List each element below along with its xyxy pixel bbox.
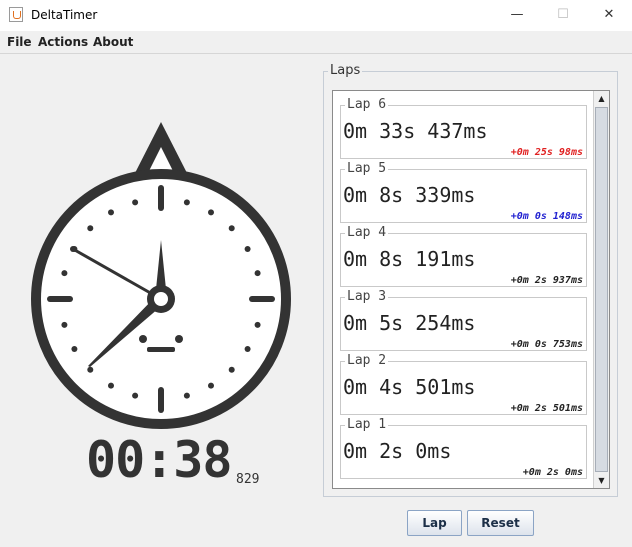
face-mouth: [147, 347, 175, 352]
lap-card: Lap 6 0m 33s 437ms +0m 25s 98ms: [340, 97, 587, 159]
lap-delta: +0m 2s 501ms: [510, 403, 583, 414]
dial-minor-dot: [132, 392, 139, 399]
lap-card: Lap 4 0m 8s 191ms +0m 2s 937ms: [340, 225, 587, 287]
lap-time: 0m 8s 191ms: [343, 247, 476, 271]
lap-time: 0m 5s 254ms: [343, 311, 476, 335]
dial-minor-dot: [132, 199, 139, 206]
dial-minor-dot: [228, 225, 235, 232]
maximize-button[interactable]: ☐: [540, 0, 586, 31]
lap-delta: +0m 0s 753ms: [510, 339, 583, 350]
lap-title: Lap 2: [345, 353, 389, 369]
dial-minor-dot: [208, 382, 214, 389]
lap-title: Lap 4: [345, 225, 389, 241]
lap-delta: +0m 2s 937ms: [510, 275, 583, 286]
dial-minor-dot: [183, 392, 190, 399]
lap-title: Lap 5: [345, 161, 389, 177]
dial-minor-dot: [87, 366, 94, 373]
face-eye-left: [139, 335, 147, 343]
lap-card: Lap 2 0m 4s 501ms +0m 2s 501ms: [340, 353, 587, 415]
lap-time: 0m 8s 339ms: [343, 183, 476, 207]
dial-minor-dot: [87, 225, 94, 232]
dial-minor-dot: [244, 246, 251, 252]
analog-stopwatch: [31, 122, 291, 429]
lap-card: Lap 5 0m 8s 339ms +0m 0s 148ms: [340, 161, 587, 223]
close-button[interactable]: ✕: [586, 0, 632, 31]
menu-bar: File Actions About: [0, 31, 632, 54]
minimize-button[interactable]: —: [494, 0, 540, 31]
scroll-down-arrow-icon[interactable]: ▼: [594, 473, 609, 488]
dial-minor-dot: [208, 209, 214, 216]
window-title: DeltaTimer: [31, 8, 98, 22]
reset-button[interactable]: Reset: [467, 510, 534, 536]
dial-minor-dot: [244, 346, 251, 352]
dial-minor-dot: [254, 321, 261, 328]
lap-button[interactable]: Lap: [407, 510, 462, 536]
dial-minor-dot: [183, 199, 190, 206]
laps-panel-title: Laps: [328, 63, 363, 78]
lap-card: Lap 1 0m 2s 0ms +0m 2s 0ms: [340, 417, 587, 479]
laps-list[interactable]: Lap 6 0m 33s 437ms +0m 25s 98ms Lap 5 0m 8s …: [332, 90, 610, 489]
menu-actions[interactable]: Actions: [38, 35, 88, 49]
dial-minor-dot: [228, 366, 235, 373]
lap-delta: +0m 25s 98ms: [510, 147, 583, 158]
elapsed-millis: 829: [236, 472, 260, 487]
java-app-icon: [9, 7, 23, 22]
lap-title: Lap 1: [345, 417, 389, 433]
lap-title: Lap 6: [345, 97, 389, 113]
lap-title: Lap 3: [345, 289, 389, 305]
dial-minor-dot: [71, 346, 78, 352]
menu-about[interactable]: About: [93, 35, 133, 49]
dial-minor-dot: [61, 270, 68, 277]
lap-card: Lap 3 0m 5s 254ms +0m 0s 753ms: [340, 289, 587, 351]
lap-time: 0m 4s 501ms: [343, 375, 476, 399]
menu-file[interactable]: File: [7, 35, 32, 49]
dial-minor-dot: [254, 270, 261, 277]
lap-delta: +0m 2s 0ms: [522, 467, 583, 478]
lap-delta: +0m 0s 148ms: [510, 211, 583, 222]
dial-minor-dot: [108, 209, 114, 216]
laps-scrollbar[interactable]: ▲ ▼: [593, 91, 609, 488]
dial-minor-dot: [108, 382, 114, 389]
scroll-up-arrow-icon[interactable]: ▲: [594, 91, 609, 106]
lap-time: 0m 2s 0ms: [343, 439, 452, 463]
face-eye-right: [175, 335, 183, 343]
elapsed-time: 00:38: [86, 431, 233, 489]
scroll-thumb[interactable]: [595, 107, 608, 472]
title-bar: DeltaTimer — ☐ ✕: [0, 0, 632, 31]
lap-time: 0m 33s 437ms: [343, 119, 488, 143]
dial-minor-dot: [61, 321, 68, 328]
